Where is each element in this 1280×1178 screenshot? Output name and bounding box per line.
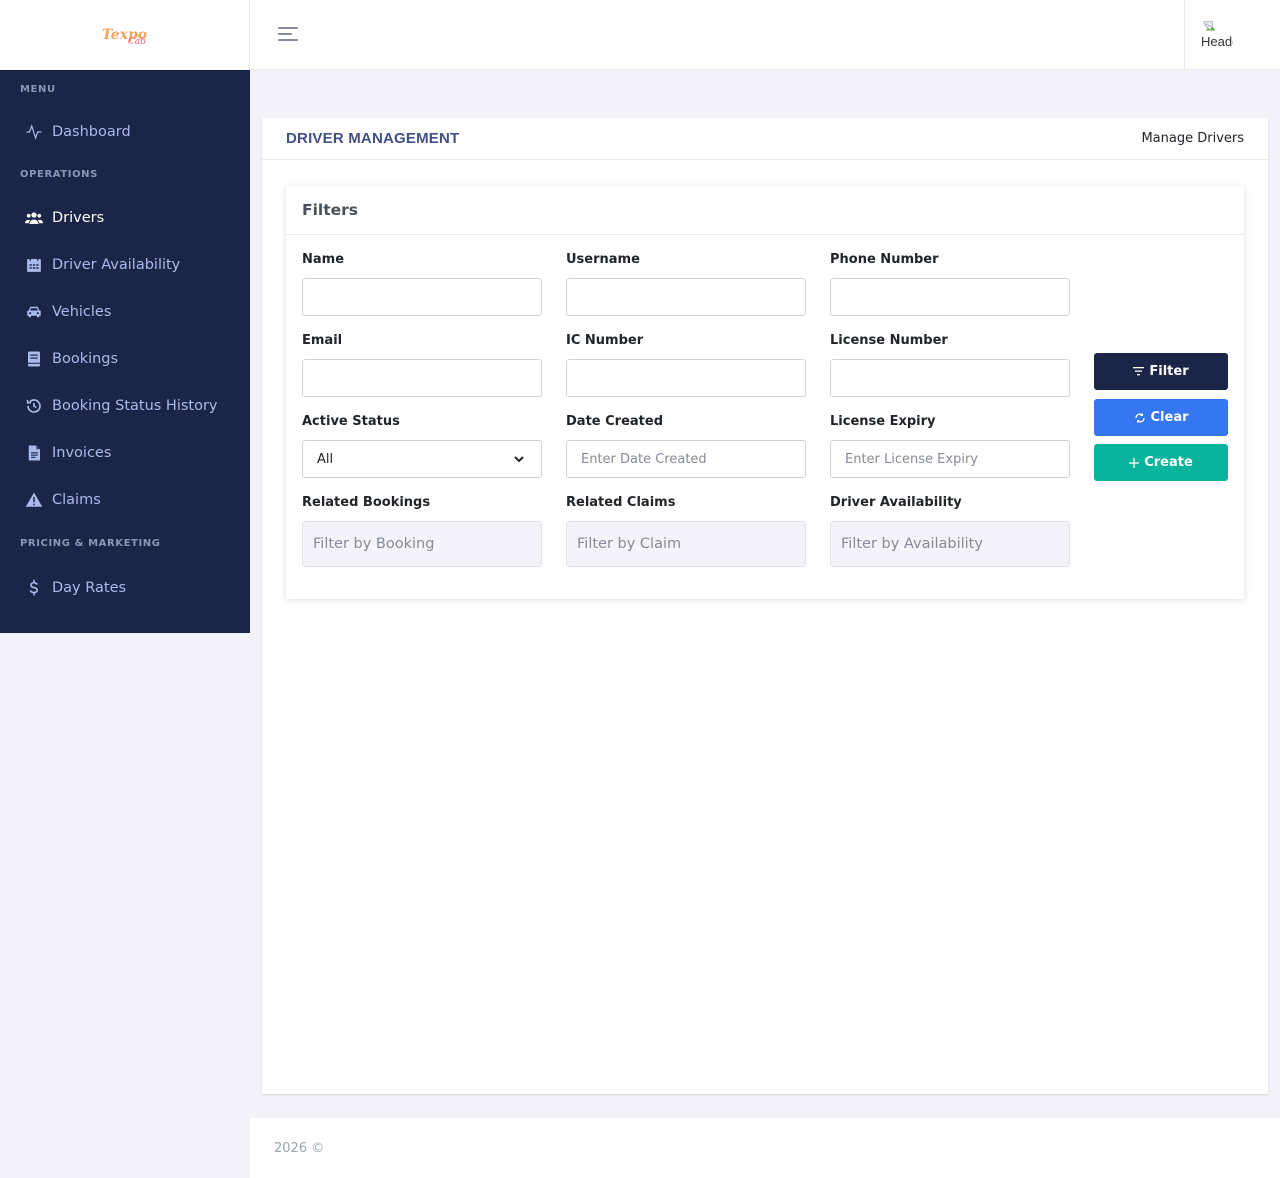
brand-logo[interactable]: Texpo Cab bbox=[102, 28, 147, 47]
invoice-icon bbox=[24, 443, 44, 463]
avatar-alt-text: Header Avatar bbox=[1201, 34, 1233, 49]
breadcrumb: Manage Drivers bbox=[1141, 131, 1244, 146]
ic-number-input[interactable] bbox=[566, 359, 806, 397]
date-created-input[interactable]: Enter Date Created bbox=[566, 440, 806, 478]
avatar[interactable]: Header Avatar bbox=[1201, 20, 1233, 50]
active-status-value: All bbox=[317, 451, 334, 467]
topbar: Header Avatar bbox=[250, 0, 1280, 70]
operations-section-title: OPERATIONS bbox=[20, 169, 98, 180]
sidebar-item-driver-availability[interactable]: Driver Availability bbox=[0, 245, 250, 285]
sidebar-item-bookings[interactable]: Bookings bbox=[0, 339, 250, 379]
username-label: Username bbox=[566, 252, 640, 267]
chevron-down-icon bbox=[514, 456, 524, 463]
license-expiry-input[interactable]: Enter License Expiry bbox=[830, 440, 1070, 478]
related-claims-select[interactable]: Filter by Claim bbox=[566, 521, 806, 567]
user-dropdown[interactable]: Header Avatar bbox=[1184, 0, 1280, 70]
sidebar-item-label: Claims bbox=[52, 492, 101, 508]
activity-icon bbox=[24, 122, 44, 142]
sidebar-item-invoices[interactable]: Invoices bbox=[0, 433, 250, 473]
filter-button-label: Filter bbox=[1149, 364, 1189, 379]
sidebar-item-day-rates[interactable]: Day Rates bbox=[0, 568, 250, 608]
menu-toggle-icon[interactable] bbox=[278, 27, 300, 43]
sidebar-item-label: Day Rates bbox=[52, 580, 127, 596]
name-label: Name bbox=[302, 252, 345, 267]
license-number-label: License Number bbox=[830, 333, 948, 348]
footer: 2026 © bbox=[250, 1118, 1280, 1178]
related-claims-label: Related Claims bbox=[566, 495, 676, 510]
dollar-icon bbox=[24, 578, 44, 598]
clear-button-label: Clear bbox=[1150, 410, 1189, 425]
create-button-label: Create bbox=[1144, 455, 1193, 470]
users-icon bbox=[24, 208, 44, 228]
pricing-section-title: PRICING & MARKETING bbox=[20, 538, 161, 549]
refresh-icon bbox=[1134, 412, 1146, 424]
email-label: Email bbox=[302, 333, 343, 348]
sidebar-brand: Texpo Cab bbox=[0, 0, 250, 70]
car-icon bbox=[24, 302, 44, 322]
footer-copyright: 2026 © bbox=[274, 1140, 325, 1156]
sidebar-item-label: Booking Status History bbox=[52, 398, 218, 414]
book-icon bbox=[24, 349, 44, 369]
sidebar-item-label: Drivers bbox=[52, 210, 105, 226]
sidebar-item-vehicles[interactable]: Vehicles bbox=[0, 292, 250, 332]
sidebar-item-label: Invoices bbox=[52, 445, 112, 461]
email-input[interactable] bbox=[302, 359, 542, 397]
filters-title: Filters bbox=[286, 186, 1244, 235]
driver-availability-select[interactable]: Filter by Availability bbox=[830, 521, 1070, 567]
phone-number-input[interactable] bbox=[830, 278, 1070, 316]
plus-icon bbox=[1129, 457, 1140, 468]
active-status-select[interactable]: All bbox=[302, 440, 542, 478]
date-created-label: Date Created bbox=[566, 414, 663, 429]
clear-button[interactable]: Clear bbox=[1094, 399, 1228, 436]
brand-logo-sub: Cab bbox=[127, 37, 146, 47]
sidebar-item-label: Bookings bbox=[52, 351, 119, 367]
sidebar-item-label: Vehicles bbox=[52, 304, 112, 320]
filter-button[interactable]: Filter bbox=[1094, 353, 1228, 390]
phone-number-label: Phone Number bbox=[830, 252, 939, 267]
license-number-input[interactable] bbox=[830, 359, 1070, 397]
filter-icon bbox=[1133, 367, 1145, 376]
sidebar-item-label: Driver Availability bbox=[52, 257, 181, 273]
related-bookings-select[interactable]: Filter by Booking bbox=[302, 521, 542, 567]
sidebar-item-booking-status-history[interactable]: Booking Status History bbox=[0, 386, 250, 426]
page-title: DRIVER MANAGEMENT bbox=[286, 130, 460, 147]
driver-availability-label: Driver Availability bbox=[830, 495, 962, 510]
sidebar-item-claims[interactable]: Claims bbox=[0, 480, 250, 520]
broken-image-icon bbox=[1203, 21, 1216, 31]
sidebar-item-dashboard[interactable]: Dashboard bbox=[0, 112, 250, 152]
ic-number-label: IC Number bbox=[566, 333, 644, 348]
name-input[interactable] bbox=[302, 278, 542, 316]
license-expiry-label: License Expiry bbox=[830, 414, 936, 429]
related-bookings-label: Related Bookings bbox=[302, 495, 431, 510]
calendar-icon bbox=[24, 255, 44, 275]
sidebar-item-label: Dashboard bbox=[52, 124, 131, 140]
username-input[interactable] bbox=[566, 278, 806, 316]
sidebar-item-drivers[interactable]: Drivers bbox=[0, 198, 250, 238]
menu-section-title: MENU bbox=[20, 84, 56, 95]
history-icon bbox=[24, 396, 44, 416]
active-status-label: Active Status bbox=[302, 414, 400, 429]
driver-management-card: DRIVER MANAGEMENT Manage Drivers Filters… bbox=[262, 118, 1268, 1094]
warning-icon bbox=[24, 490, 44, 510]
page-header: DRIVER MANAGEMENT Manage Drivers bbox=[262, 118, 1268, 160]
sidebar: MENU Dashboard OPERATIONS Drivers Driver… bbox=[0, 70, 250, 633]
create-button[interactable]: Create bbox=[1094, 444, 1228, 481]
filters-card: Filters Name Username Phone Number Email… bbox=[286, 186, 1244, 599]
